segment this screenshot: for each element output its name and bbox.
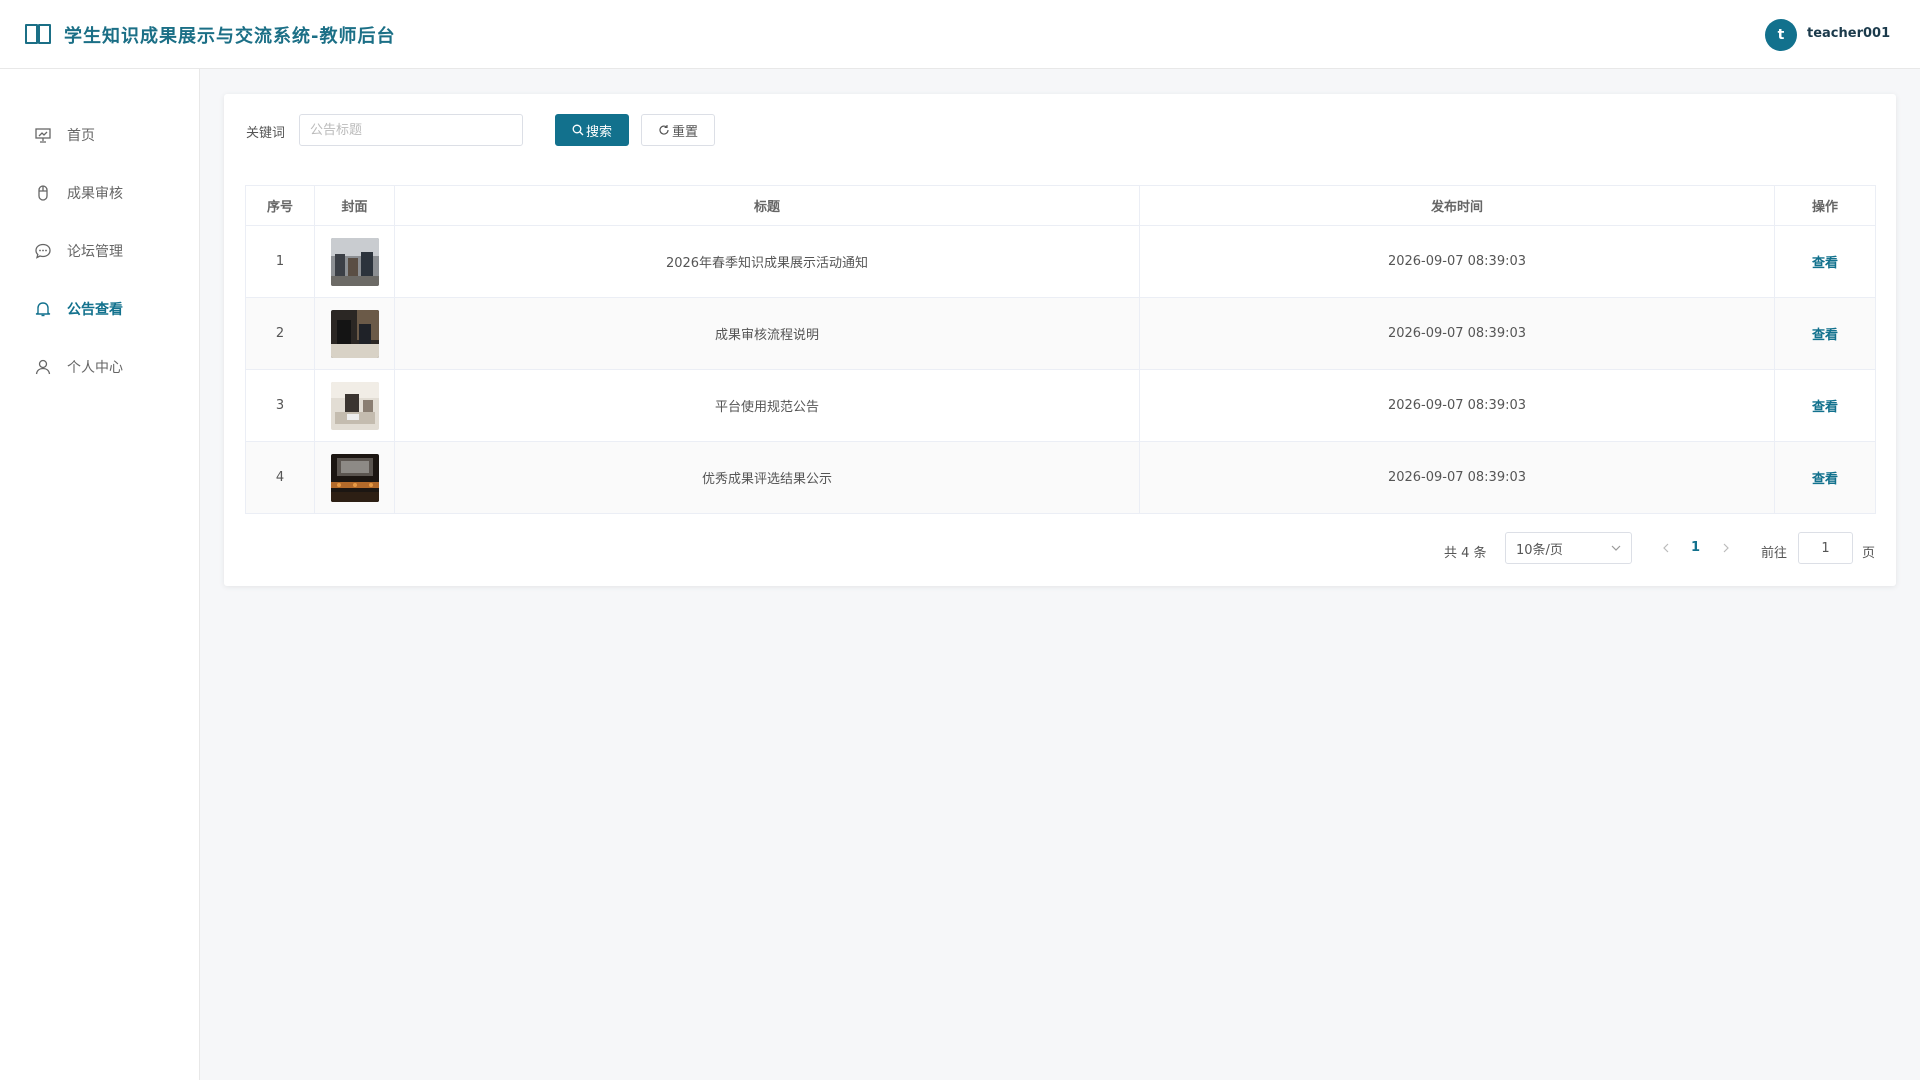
- sidebar-item-announcements[interactable]: 公告查看: [0, 289, 199, 329]
- row-index: 1: [245, 225, 315, 298]
- page-number-button[interactable]: 1: [1691, 540, 1700, 555]
- sidebar-item-label: 公告查看: [67, 302, 123, 318]
- mouse-icon: [38, 185, 48, 201]
- keyword-input[interactable]: [299, 114, 523, 146]
- row-cover: [314, 225, 395, 298]
- row-time: 2026-09-07 08:39:03: [1139, 441, 1775, 514]
- sidebar-item-forum[interactable]: 论坛管理: [0, 231, 199, 271]
- column-header-action: 操作: [1774, 185, 1876, 226]
- column-header-time: 发布时间: [1139, 185, 1775, 226]
- bell-icon: [35, 302, 51, 317]
- sidebar-item-review[interactable]: 成果审核: [0, 173, 199, 213]
- table-row: 3 平台使用规范公告 2026-09-07 08:39:03 查看: [245, 369, 1876, 442]
- pagination-total: 共 4 条: [1444, 546, 1487, 561]
- row-cover: [314, 441, 395, 514]
- view-link[interactable]: 查看: [1812, 256, 1838, 271]
- column-header-title: 标题: [394, 185, 1140, 226]
- row-index: 4: [245, 441, 315, 514]
- goto-page-input[interactable]: [1798, 532, 1853, 564]
- row-index: 2: [245, 297, 315, 370]
- top-header: 学生知识成果展示与交流系统-教师后台 t teacher001: [0, 0, 1920, 69]
- refresh-icon: [659, 125, 669, 135]
- row-time: 2026-09-07 08:39:03: [1139, 225, 1775, 298]
- sidebar: 首页 成果审核 论坛管理 公告查看 个人中心: [0, 69, 200, 1080]
- page-suffix-label: 页: [1862, 546, 1876, 561]
- sidebar-item-profile[interactable]: 个人中心: [0, 347, 199, 387]
- avatar[interactable]: t: [1765, 19, 1797, 51]
- reset-button[interactable]: 重置: [641, 114, 715, 146]
- search-button-label: 搜索: [585, 124, 612, 140]
- view-link[interactable]: 查看: [1812, 400, 1838, 415]
- chevron-down-icon: [1611, 545, 1621, 551]
- prev-page-button[interactable]: [1659, 540, 1673, 556]
- sidebar-item-label: 个人中心: [67, 360, 123, 376]
- view-link[interactable]: 查看: [1812, 328, 1838, 343]
- column-header-index: 序号: [245, 185, 315, 226]
- presentation-board-icon: [35, 128, 51, 143]
- row-time: 2026-09-07 08:39:03: [1139, 297, 1775, 370]
- chat-bubble-icon: [35, 243, 51, 259]
- table-row: 1 2026年春季知识成果展示活动通知 2026-09-07 08:39:03 …: [245, 225, 1876, 298]
- username[interactable]: teacher001: [1807, 26, 1890, 41]
- table-header-row: 序号 封面 标题 发布时间 操作: [245, 185, 1876, 226]
- content-card: 关键词 搜索 重置 序号 封面 标题 发布时间 操作: [224, 94, 1896, 586]
- row-cover: [314, 369, 395, 442]
- search-button[interactable]: 搜索: [555, 114, 629, 146]
- user-icon: [35, 359, 51, 375]
- row-title: 成果审核流程说明: [394, 297, 1140, 370]
- table-row: 2 成果审核流程说明 2026-09-07 08:39:03 查看: [245, 297, 1876, 370]
- row-time: 2026-09-07 08:39:03: [1139, 369, 1775, 442]
- row-cover: [314, 297, 395, 370]
- page-size-select[interactable]: 10条/页: [1505, 532, 1632, 564]
- announcement-table: 序号 封面 标题 发布时间 操作 1 2026年春季知识成果展示活动通知 202…: [245, 185, 1876, 514]
- sidebar-item-label: 论坛管理: [67, 244, 123, 260]
- cover-thumbnail[interactable]: [330, 309, 379, 358]
- keyword-label: 关键词: [246, 126, 286, 141]
- chevron-right-icon: [1723, 543, 1729, 553]
- view-link[interactable]: 查看: [1812, 472, 1838, 487]
- next-page-button[interactable]: [1719, 540, 1733, 556]
- row-title: 2026年春季知识成果展示活动通知: [394, 225, 1140, 298]
- row-action: 查看: [1774, 369, 1876, 442]
- row-action: 查看: [1774, 297, 1876, 370]
- sidebar-item-label: 首页: [67, 128, 95, 144]
- app-title: 学生知识成果展示与交流系统-教师后台: [64, 26, 396, 47]
- sidebar-item-label: 成果审核: [67, 186, 123, 202]
- page-size-value: 10条/页: [1516, 542, 1563, 558]
- row-action: 查看: [1774, 225, 1876, 298]
- cover-thumbnail[interactable]: [330, 381, 379, 430]
- reset-button-label: 重置: [671, 124, 698, 140]
- row-action: 查看: [1774, 441, 1876, 514]
- search-icon: [572, 124, 584, 136]
- column-header-cover: 封面: [314, 185, 395, 226]
- row-index: 3: [245, 369, 315, 442]
- cover-thumbnail[interactable]: [330, 237, 379, 286]
- row-title: 平台使用规范公告: [394, 369, 1140, 442]
- table-row: 4 优秀成果评选结果公示 2026-09-07 08:39:03 查看: [245, 441, 1876, 514]
- chevron-left-icon: [1663, 543, 1669, 553]
- goto-label: 前往: [1761, 546, 1788, 561]
- open-book-icon: [25, 24, 51, 44]
- sidebar-item-home[interactable]: 首页: [0, 115, 199, 155]
- row-title: 优秀成果评选结果公示: [394, 441, 1140, 514]
- cover-thumbnail[interactable]: [330, 453, 379, 502]
